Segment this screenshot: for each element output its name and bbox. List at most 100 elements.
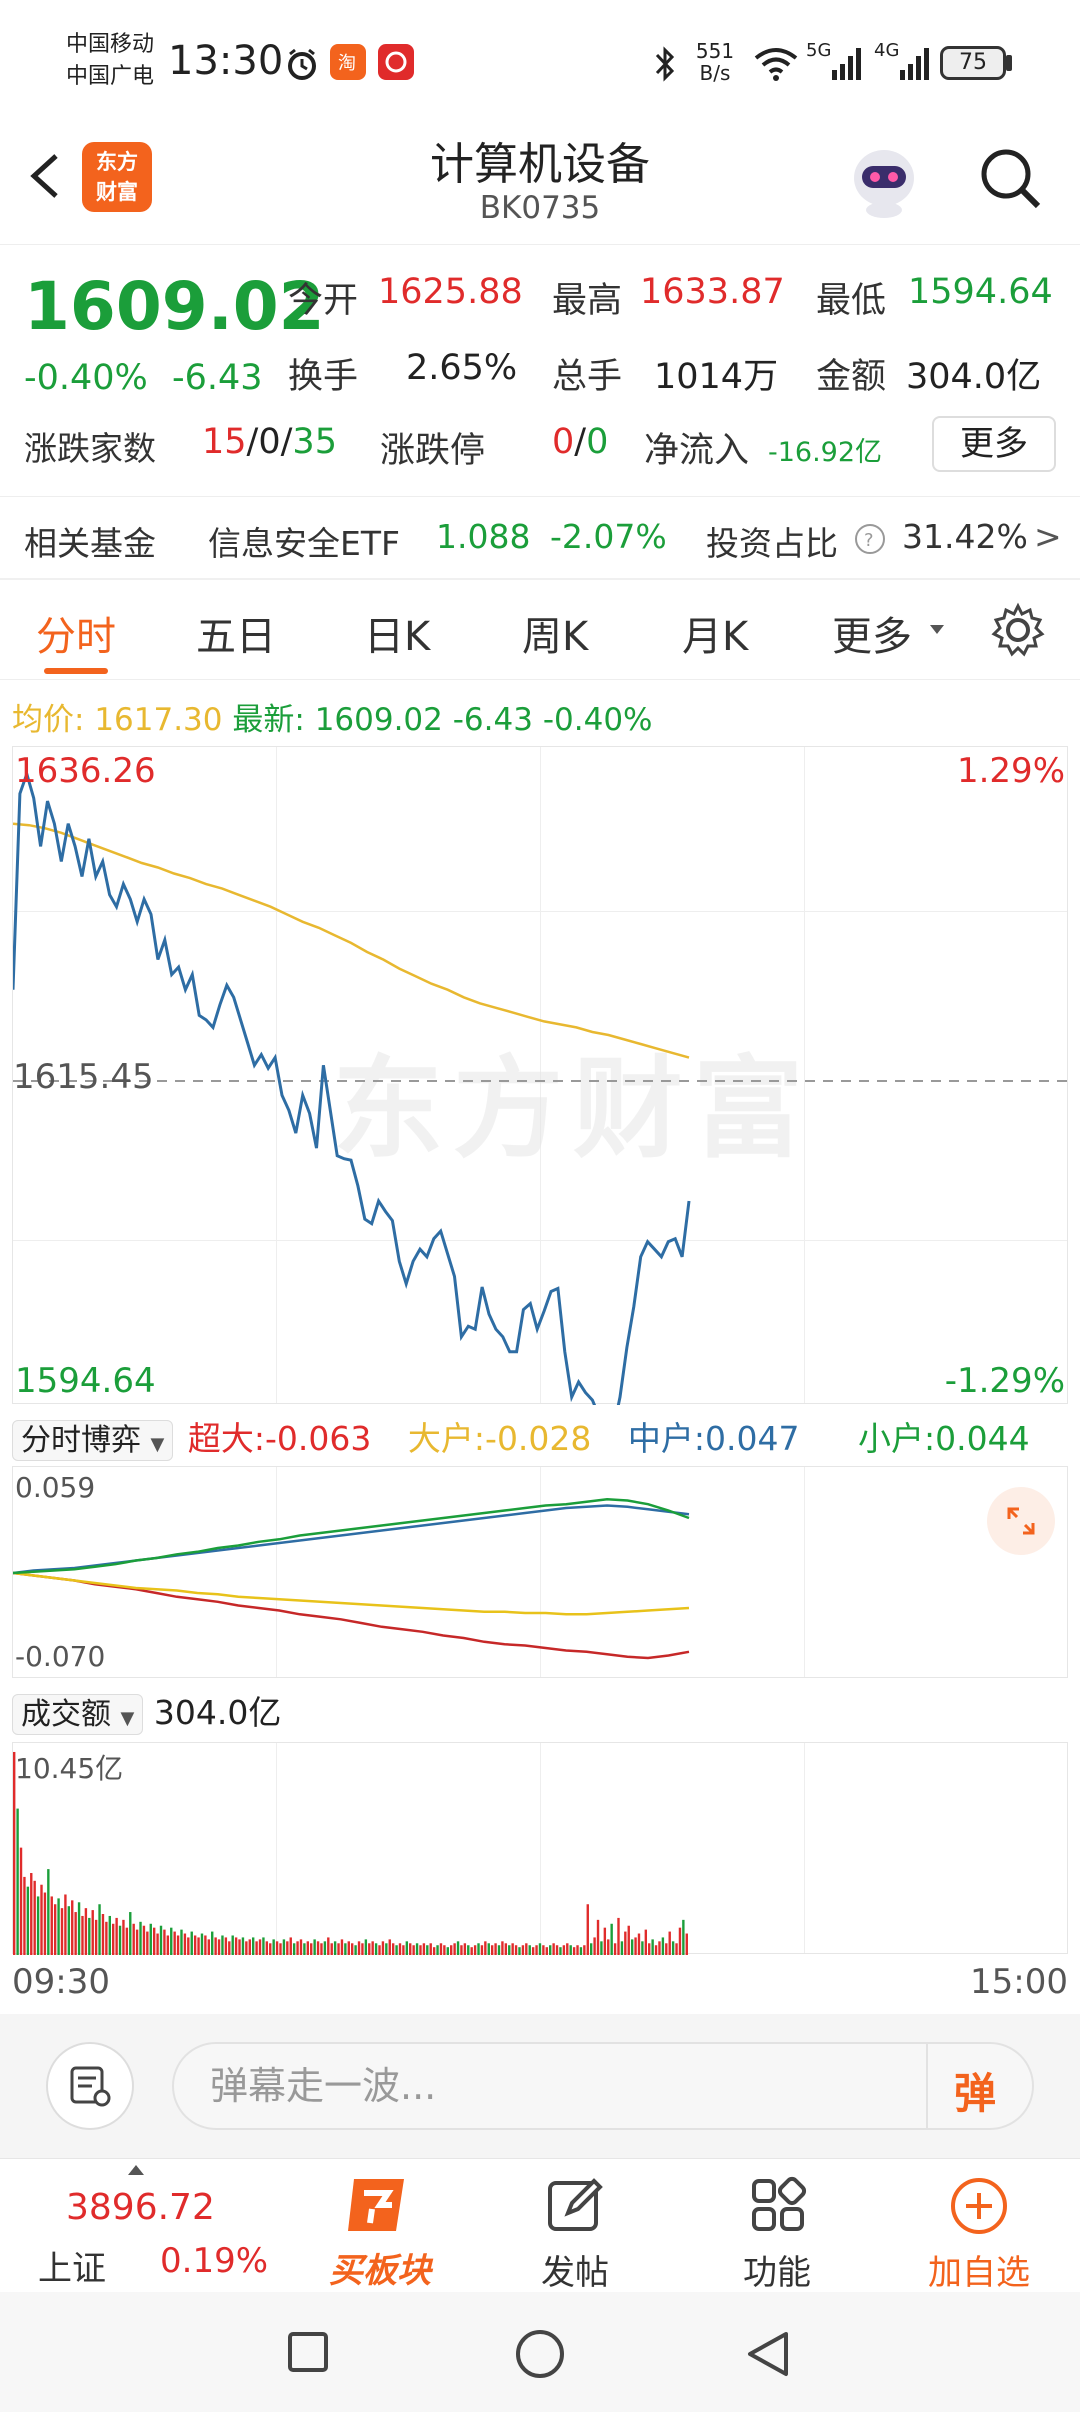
index-ticker[interactable]: 3896.72 上证 0.19% (0, 2159, 268, 2293)
danmaku-input[interactable]: 弹幕走一波... (172, 2042, 1034, 2130)
expand-icon[interactable] (987, 1487, 1055, 1555)
volume-bar (351, 1943, 354, 1955)
related-fund-row[interactable]: 相关基金 信息安全ETF 1.088 -2.07% 投资占比 ? 31.42% … (0, 496, 1080, 578)
volume-bar (81, 1915, 84, 1955)
turnover-label: 换手 (288, 357, 359, 397)
back-nav-icon[interactable] (744, 2328, 792, 2380)
function-button[interactable]: 功能 (702, 2159, 852, 2293)
volume-bar (402, 1945, 405, 1955)
volume-bar (589, 1943, 593, 1955)
pct-axis-bottom-label: -1.29% (944, 1361, 1065, 1401)
tab-active-indicator (44, 668, 108, 674)
volume-bar (211, 1931, 214, 1955)
updown-separator: / (246, 422, 259, 462)
buy-sector-button[interactable]: 买板块 (300, 2159, 460, 2293)
volume-bar (347, 1941, 350, 1955)
volume-bar (525, 1943, 528, 1955)
quote-panel: 1609.02 -0.40% -6.43 今开 1625.88 最高 1633.… (0, 246, 1080, 496)
volume-bar (204, 1935, 207, 1955)
super-value: -0.063 (265, 1419, 372, 1458)
volume-select[interactable]: 成交额 ▼ (12, 1694, 144, 1735)
volume-bar (152, 1927, 156, 1955)
volume-bar (685, 1933, 688, 1955)
volume-bar (57, 1898, 60, 1955)
back-icon[interactable] (20, 146, 70, 206)
battery-tip (1006, 55, 1012, 71)
volume-bar (535, 1945, 538, 1955)
robot-assistant-icon[interactable] (842, 138, 926, 222)
gear-icon[interactable] (990, 602, 1046, 658)
high-value: 1633.87 (640, 272, 785, 312)
tab-monthly-k[interactable]: 月K (682, 604, 748, 662)
volume-bar (668, 1931, 671, 1955)
volume-bar (248, 1939, 251, 1955)
volume-bar (64, 1894, 67, 1955)
signal-icon-5g: 5G (806, 40, 866, 84)
amount-value: 304.0亿 (906, 357, 1042, 397)
volume-bar (514, 1945, 518, 1955)
volume-bar (624, 1931, 627, 1955)
volume-bar (132, 1923, 135, 1955)
volume-bar (528, 1945, 531, 1955)
search-icon[interactable] (976, 144, 1046, 214)
system-nav-bar (0, 2292, 1080, 2412)
volume-bar (193, 1935, 197, 1955)
bargain-select[interactable]: 分时博弈 ▼ (12, 1420, 174, 1461)
home-icon[interactable] (514, 2328, 566, 2380)
volume-bar (142, 1925, 146, 1955)
mid-value: 0.047 (705, 1419, 800, 1458)
capital-flow-chart[interactable]: 0.059 -0.070 (12, 1466, 1068, 1678)
limit-separator: / (574, 422, 587, 462)
volume-bar (463, 1943, 467, 1955)
volume-bar (296, 1941, 299, 1955)
volume-bar (33, 1880, 36, 1955)
volume-bar (163, 1929, 166, 1955)
add-watchlist-button[interactable]: 加自选 (904, 2159, 1054, 2293)
volume-bar (566, 1943, 569, 1955)
volume-bar (74, 1912, 77, 1955)
volume-bar (617, 1917, 620, 1955)
intraday-chart[interactable]: 东方财富 1636.26 1.29% 1615.45 1594.64 -1.29… (12, 746, 1069, 1405)
volume-bar (245, 1941, 248, 1955)
recent-apps-icon[interactable] (286, 2330, 330, 2374)
help-icon[interactable]: ? (854, 523, 886, 555)
net-speed-unit: B/s (699, 61, 731, 85)
volume-chart[interactable]: 10.45亿 (12, 1742, 1068, 1955)
danmaku-button[interactable]: 弹 (926, 2042, 1034, 2130)
volume-bar (234, 1937, 238, 1955)
volume-bar (405, 1941, 409, 1955)
volume-bar (187, 1937, 190, 1955)
more-button[interactable]: 更多 (932, 416, 1056, 472)
time-end-label: 15:00 (970, 1962, 1068, 2002)
volume-bar (354, 1945, 357, 1955)
super-label: 超大: (187, 1419, 266, 1458)
volume-bar (542, 1945, 545, 1955)
volume-bar (572, 1947, 576, 1955)
comment-list-icon[interactable] (46, 2042, 134, 2130)
tab-intraday[interactable]: 分时 (36, 604, 116, 662)
app-logo: 东方 财富 (82, 142, 152, 212)
volume-bar (47, 1869, 50, 1955)
time-start-label: 09:30 (12, 1962, 110, 2002)
wifi-icon (752, 44, 800, 84)
prev-close-label: 1615.45 (13, 1057, 154, 1097)
fund-name: 信息安全ETF (208, 524, 400, 563)
volume-bar (183, 1933, 187, 1955)
updown-counts: 15/0/35 (202, 422, 337, 462)
tab-daily-k[interactable]: 日K (364, 604, 430, 662)
volume-bar (149, 1923, 152, 1955)
volume-bar (518, 1947, 521, 1955)
signal-icon-4g: 4G (874, 40, 934, 84)
invest-ratio-value: 31.42% (902, 517, 1028, 556)
post-button[interactable]: 发帖 (500, 2159, 650, 2293)
tab-more[interactable]: 更多 (832, 604, 912, 662)
volume-bar (238, 1939, 241, 1955)
volume-bar (313, 1939, 316, 1955)
limit-label: 涨跌停 (380, 431, 486, 471)
tab-five-day[interactable]: 五日 (196, 604, 276, 662)
pct-axis-top-label: 1.29% (956, 751, 1065, 791)
low-label: 最低 (816, 281, 887, 321)
volume-bar (67, 1906, 71, 1955)
bottom-toolbar: 3896.72 上证 0.19% 买板块 发帖 功能 加自选 (0, 2158, 1080, 2293)
tab-weekly-k[interactable]: 周K (522, 604, 588, 662)
